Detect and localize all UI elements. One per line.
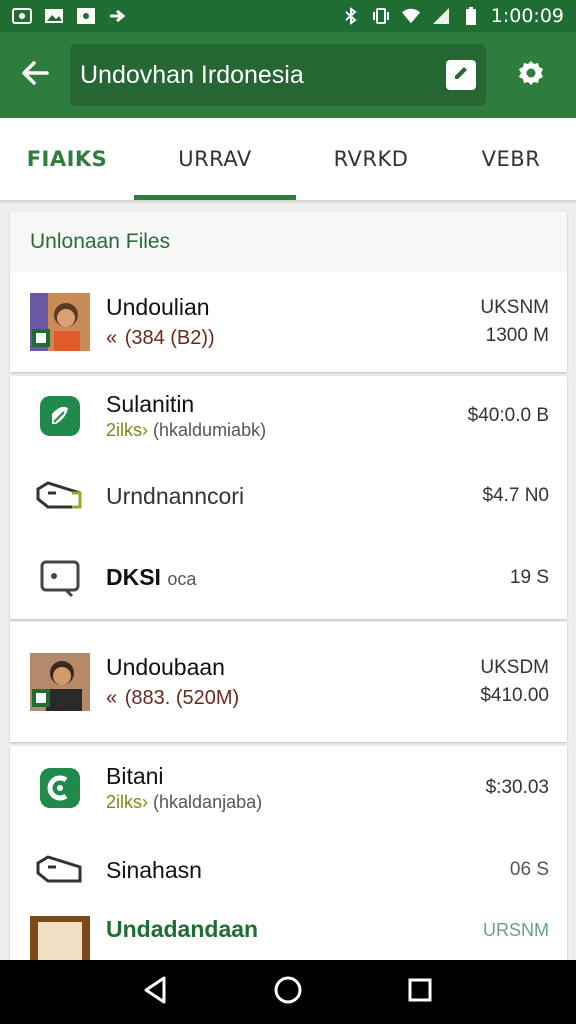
item-meta: $40:0.0 B — [467, 405, 549, 426]
battery-icon — [461, 7, 481, 25]
status-bar: 1:00:09 — [0, 0, 576, 32]
item-detail: (hkaldumiabk) — [153, 420, 267, 440]
list-item[interactable]: Sulanitin 2ilks› (hkaldumiabk) $40:0.0 B — [10, 376, 567, 456]
item-title: Undoubaan — [106, 654, 225, 680]
item-meta: URSNM — [483, 920, 549, 940]
nav-back-button[interactable] — [136, 972, 176, 1012]
circle-home-icon — [273, 975, 303, 1010]
item-detail: (hkaldanjaba) — [153, 792, 263, 812]
list-item[interactable]: Urndnanncori $4.7 N0 — [10, 456, 567, 536]
video-thumbnail — [30, 293, 90, 351]
item-title: Bitani — [106, 763, 164, 789]
search-bar[interactable]: Undovhan Irdonesia — [70, 44, 486, 106]
files-card: Unlonaan Files Undoulian « (384 (B2)) UK… — [10, 212, 567, 372]
item-meta: $4.7 N0 — [482, 485, 549, 506]
item-subtitle: 2ilks› (hkaldanjaba) — [106, 792, 486, 813]
settings-button[interactable] — [486, 32, 576, 118]
item-meta-top: UKSDM — [480, 657, 549, 678]
nav-home-button[interactable] — [268, 972, 308, 1012]
photo-icon — [12, 7, 32, 25]
vibrate-icon — [371, 7, 391, 25]
back-button[interactable] — [0, 32, 70, 118]
tab-fiaiks[interactable]: FIAIKS — [0, 118, 134, 200]
signal-icon — [431, 7, 451, 25]
wifi-icon — [401, 7, 421, 25]
item-title: Undadandaan — [106, 916, 259, 942]
list-item[interactable]: Undoulian « (384 (B2)) UKSNM 1300 M — [10, 272, 567, 372]
square-icon — [76, 7, 96, 25]
nav-recents-button[interactable] — [400, 972, 440, 1012]
image-icon — [44, 7, 64, 25]
square-recents-icon — [407, 977, 433, 1008]
app-thumbnail — [30, 387, 90, 445]
item-title: Sinahasn — [106, 856, 202, 883]
item-meta-top: UKSNM — [480, 297, 549, 318]
video-thumbnail — [30, 916, 90, 960]
item-title: Sulanitin — [106, 391, 195, 417]
item-title: DKSI oca — [106, 564, 510, 591]
item-title: Undoulian — [106, 294, 210, 320]
item-meta-bottom: 1300 M — [485, 325, 549, 346]
item-meta: 19 S — [509, 566, 549, 588]
item-subtitle: « (883. (520M) — [106, 687, 480, 710]
message-icon — [30, 549, 90, 607]
tag-icon — [30, 467, 90, 525]
tab-rvrkd[interactable]: RVRKD — [296, 118, 446, 200]
item-detail: (384 (B2)) — [124, 327, 215, 349]
item-meta-bottom: $410.00 — [480, 685, 549, 706]
search-input[interactable]: Undovhan Irdonesia — [80, 61, 446, 90]
files-card: Bitani 2ilks› (hkaldanjaba) $:30.03 Sina… — [10, 746, 567, 960]
item-detail: (883. (520M) — [124, 687, 240, 709]
item-meta: UKSNM 1300 M — [480, 294, 549, 350]
item-tag: 2ilks› — [106, 792, 149, 812]
bluetooth-icon — [341, 7, 361, 25]
clock: 1:00:09 — [490, 5, 564, 27]
tab-label: RVRKD — [333, 147, 409, 171]
tag-icon — [30, 841, 90, 899]
item-tag: 2ilks› — [106, 420, 149, 440]
tab-label: URRAV — [178, 147, 252, 171]
chevron-text: « — [106, 327, 118, 349]
item-meta: 06 S — [509, 859, 549, 880]
item-title: Urndnanncori — [106, 482, 245, 509]
item-title-extra: oca — [167, 569, 197, 589]
tab-indicator — [134, 195, 296, 200]
triangle-back-icon — [142, 975, 170, 1010]
back-arrow-icon — [21, 60, 49, 91]
item-meta: $:30.03 — [485, 777, 549, 798]
gear-icon — [517, 59, 545, 92]
chevron-text: « — [106, 687, 118, 709]
tab-label: FIAIKS — [26, 147, 108, 171]
list-item[interactable]: DKSI oca 19 S — [10, 536, 567, 619]
system-nav-bar — [0, 960, 576, 1024]
item-meta: UKSDM $410.00 — [480, 654, 549, 710]
edit-button[interactable] — [446, 60, 476, 90]
edit-icon — [452, 64, 470, 87]
tab-vebr[interactable]: VEBR — [446, 118, 576, 200]
files-card: Undoubaan « (883. (520M) UKSDM $410.00 — [10, 622, 567, 742]
arrow-icon — [108, 7, 128, 25]
app-thumbnail — [30, 759, 90, 817]
tab-urrav[interactable]: URRAV — [134, 118, 296, 200]
files-card: Sulanitin 2ilks› (hkaldumiabk) $40:0.0 B… — [10, 376, 567, 619]
app-bar: Undovhan Irdonesia — [0, 32, 576, 118]
tab-label: VEBR — [481, 147, 541, 171]
video-thumbnail — [30, 653, 90, 711]
list-item[interactable]: Undoubaan « (883. (520M) UKSDM $410.00 — [10, 622, 567, 742]
item-subtitle: 2ilks› (hkaldumiabk) — [106, 420, 468, 441]
list-item[interactable]: Undadandaan URSNM — [10, 910, 567, 960]
list-item[interactable]: Sinahasn 06 S — [10, 830, 567, 910]
item-subtitle: « (384 (B2)) — [106, 327, 480, 350]
item-title-main: DKSI — [106, 564, 161, 590]
tab-bar: FIAIKS URRAV RVRKD VEBR — [0, 118, 576, 200]
section-title: Unlonaan Files — [10, 212, 567, 272]
list-item[interactable]: Bitani 2ilks› (hkaldanjaba) $:30.03 — [10, 746, 567, 830]
